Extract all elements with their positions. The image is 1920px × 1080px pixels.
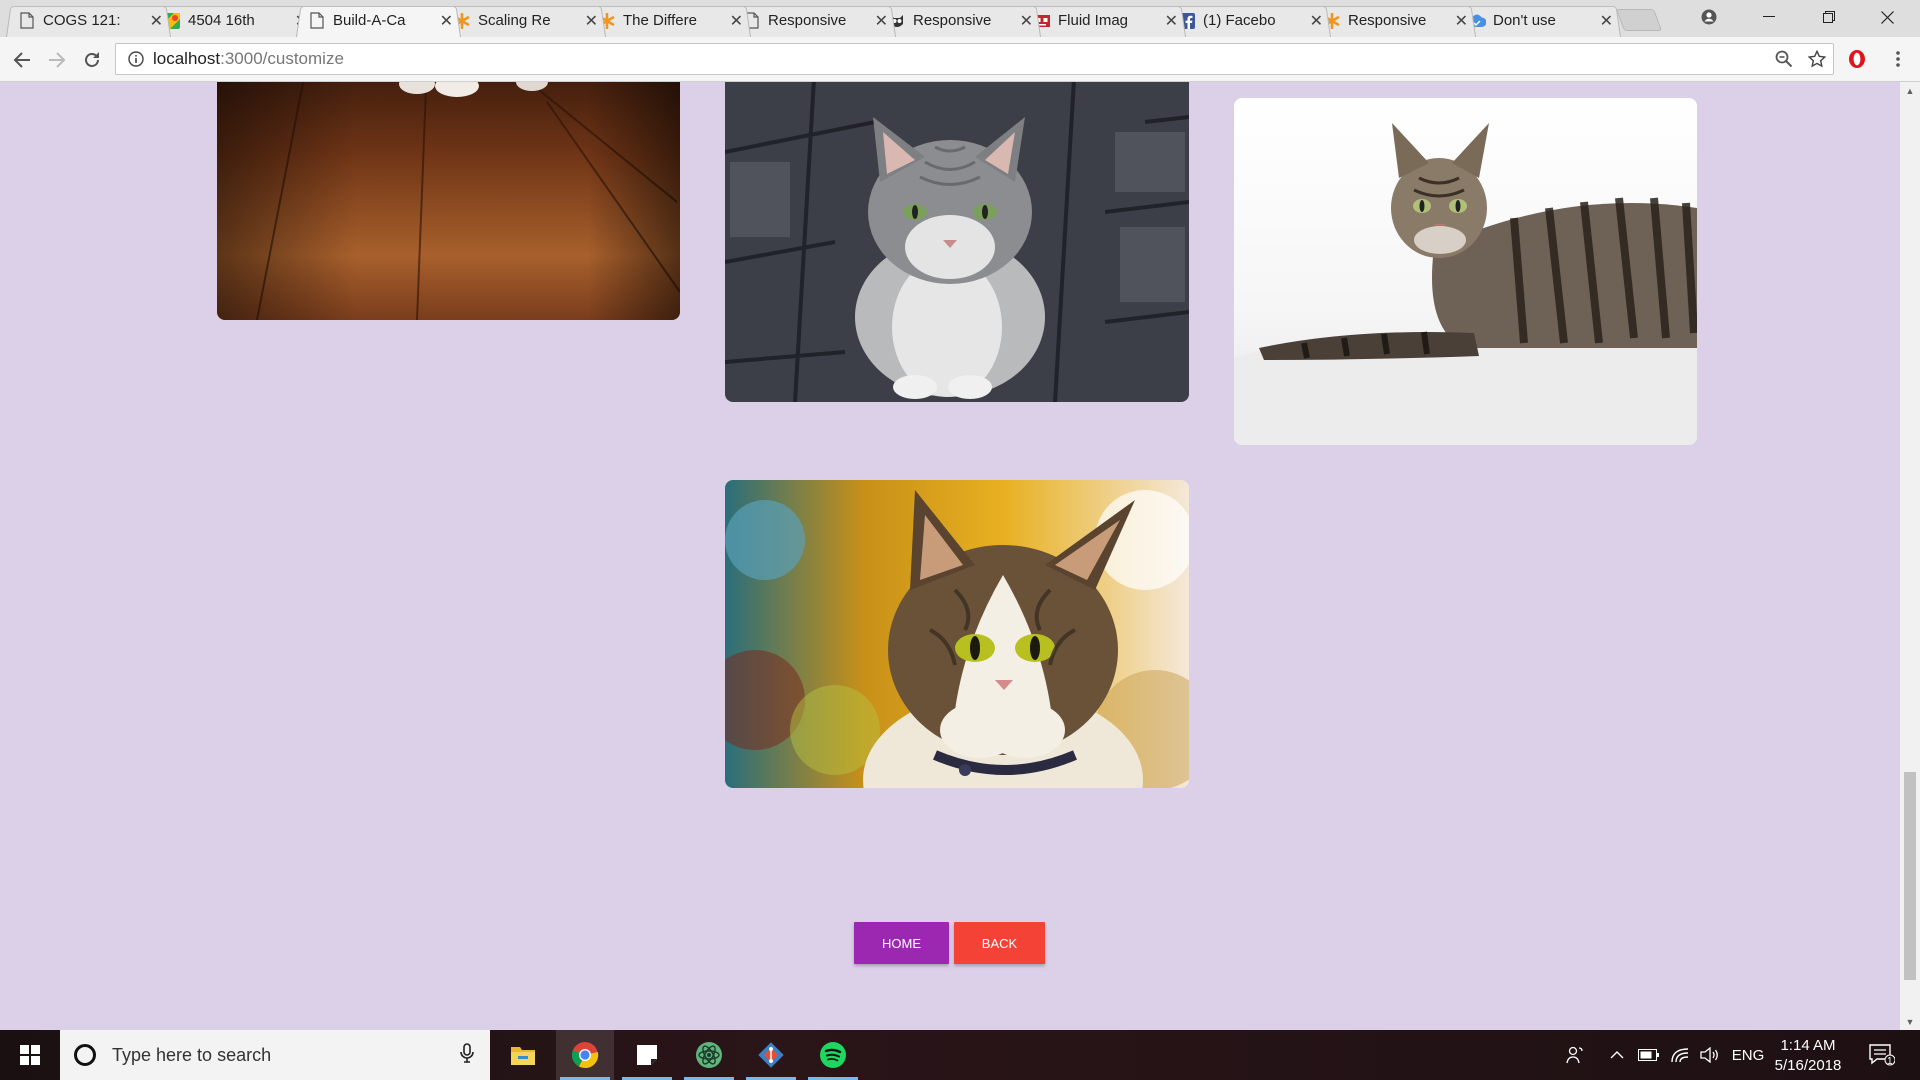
browser-tab[interactable]: Fluid Imag ✕ [1021, 4, 1186, 37]
close-tab-icon[interactable]: ✕ [1455, 11, 1468, 31]
sticky-notes-icon[interactable] [618, 1030, 676, 1080]
tab-title: Responsive [1348, 12, 1427, 29]
browser-tab[interactable]: The Differe ✕ [586, 4, 751, 37]
info-icon[interactable] [128, 51, 144, 67]
scroll-down-arrow-icon[interactable]: ▼ [1900, 1013, 1920, 1030]
microphone-icon[interactable] [460, 1042, 474, 1068]
close-window-icon[interactable] [1864, 0, 1910, 34]
reload-icon[interactable] [79, 47, 105, 73]
volume-icon[interactable] [1697, 1030, 1723, 1080]
menu-dots-icon[interactable] [1887, 48, 1909, 70]
tab-title: (1) Facebo [1203, 12, 1276, 29]
back-button[interactable]: BACK [954, 922, 1045, 964]
page-icon [18, 12, 36, 30]
tab-title: Don't use [1493, 12, 1556, 29]
spotify-icon[interactable] [804, 1030, 862, 1080]
browser-tab[interactable]: (1) Facebo ✕ [1166, 4, 1331, 37]
url-host: localhost [153, 49, 221, 68]
git-icon[interactable] [742, 1030, 800, 1080]
tab-title: Build-A-Ca [333, 12, 406, 29]
tab-title: Responsive [768, 12, 847, 29]
clock[interactable]: 1:14 AM 5/16/2018 [1768, 1036, 1848, 1076]
browser-tab[interactable]: Responsive ✕ [1311, 4, 1476, 37]
button-row: HOME BACK [854, 922, 1045, 964]
scroll-thumb[interactable] [1904, 772, 1916, 980]
language-indicator[interactable]: ENG [1728, 1030, 1768, 1080]
people-icon[interactable] [1560, 1030, 1590, 1080]
opera-extension-icon[interactable] [1846, 48, 1868, 70]
close-tab-icon[interactable]: ✕ [875, 11, 888, 31]
close-tab-icon[interactable]: ✕ [1165, 11, 1178, 31]
wifi-icon[interactable] [1667, 1030, 1693, 1080]
home-button[interactable]: HOME [854, 922, 949, 964]
tab-title: 4504 16th [188, 12, 255, 29]
file-explorer-icon[interactable] [494, 1030, 552, 1080]
page-content: HOME BACK [0, 82, 1900, 1030]
close-tab-icon[interactable]: ✕ [1600, 11, 1613, 31]
cat-image-2[interactable] [725, 82, 1189, 402]
restore-icon[interactable] [1806, 0, 1852, 34]
cat-image-3[interactable] [1234, 98, 1697, 445]
atom-icon[interactable] [680, 1030, 738, 1080]
browser-tab[interactable]: Responsive ✕ [876, 4, 1041, 37]
close-tab-icon[interactable]: ✕ [730, 11, 743, 31]
close-tab-icon[interactable]: ✕ [440, 11, 453, 31]
profile-icon[interactable] [1686, 0, 1732, 34]
browser-tab[interactable]: Scaling Re ✕ [441, 4, 606, 37]
windows-start-icon[interactable] [0, 1030, 60, 1080]
bookmark-star-icon[interactable] [1806, 48, 1828, 70]
tab-title: The Differe [623, 12, 697, 29]
clock-date: 5/16/2018 [1774, 1057, 1842, 1074]
zoom-icon[interactable] [1773, 48, 1795, 70]
new-tab-button[interactable] [1615, 9, 1663, 31]
tab-strip: COGS 121:✕4504 16th✕Build-A-Ca✕Scaling R… [0, 0, 1920, 37]
browser-tab[interactable]: Don't use ✕ [1456, 4, 1621, 37]
vertical-scrollbar[interactable]: ▲ ▼ [1900, 82, 1920, 1030]
forward-arrow-icon[interactable] [44, 47, 70, 73]
cortana-icon[interactable] [74, 1044, 96, 1066]
cat-image-1[interactable] [217, 82, 680, 320]
notifications-icon[interactable]: 1 [1862, 1030, 1902, 1080]
cat-image-4[interactable] [725, 480, 1189, 788]
tab-title: COGS 121: [43, 12, 121, 29]
tab-title: Scaling Re [478, 12, 551, 29]
browser-tab[interactable]: Build-A-Ca ✕ [296, 4, 461, 37]
close-tab-icon[interactable]: ✕ [1310, 11, 1323, 31]
close-tab-icon[interactable]: ✕ [150, 11, 163, 31]
tab-title: Responsive [913, 12, 992, 29]
page-icon [308, 12, 326, 30]
close-tab-icon[interactable]: ✕ [585, 11, 598, 31]
url-path: :3000/customize [220, 49, 344, 68]
browser-tab[interactable]: Responsive ✕ [731, 4, 896, 37]
notification-count: 1 [1887, 1056, 1893, 1067]
back-arrow-icon[interactable] [9, 47, 35, 73]
browser-tab[interactable]: COGS 121: ✕ [6, 4, 171, 37]
address-bar[interactable]: localhost:3000/customize [115, 43, 1834, 75]
clock-time: 1:14 AM [1780, 1037, 1836, 1054]
chrome-icon[interactable] [556, 1030, 614, 1080]
scroll-up-arrow-icon[interactable]: ▲ [1900, 82, 1920, 99]
minimize-icon[interactable] [1746, 0, 1792, 34]
taskbar-search-placeholder: Type here to search [112, 1044, 272, 1065]
windows-taskbar: Type here to search ENG 1:14 AM 5/16/201… [0, 1030, 1920, 1080]
taskbar-search[interactable]: Type here to search [60, 1030, 490, 1080]
browser-toolbar: localhost:3000/customize [0, 37, 1920, 82]
close-tab-icon[interactable]: ✕ [1020, 11, 1033, 31]
battery-icon[interactable] [1636, 1030, 1662, 1080]
tab-title: Fluid Imag [1058, 12, 1129, 29]
browser-tab[interactable]: 4504 16th ✕ [151, 4, 316, 37]
chevron-up-icon[interactable] [1605, 1030, 1629, 1080]
